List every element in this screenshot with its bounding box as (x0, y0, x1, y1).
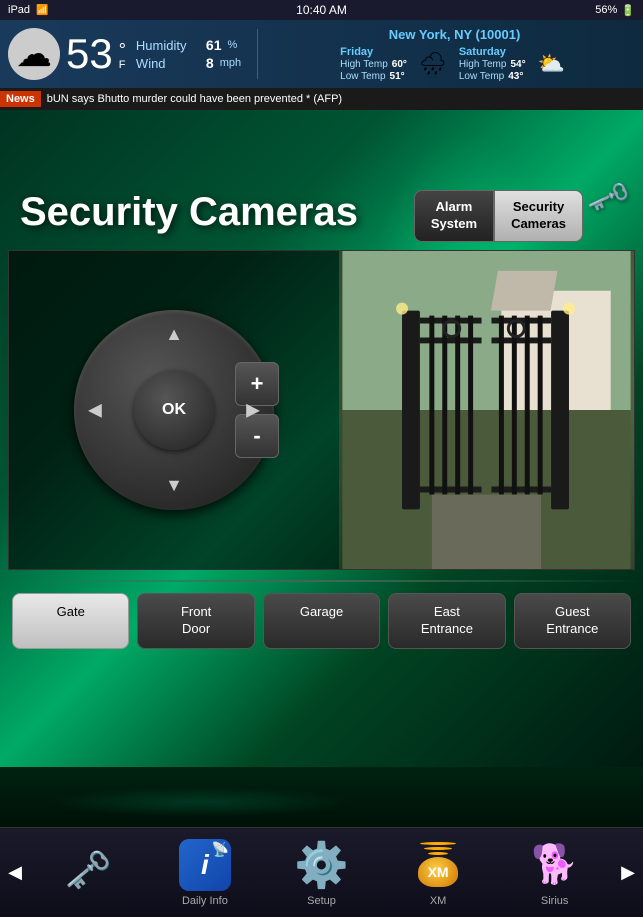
sirius-label: Sirius (541, 895, 569, 907)
humidity-unit: % (228, 39, 238, 51)
saturday-weather-icon: ⛅ (538, 51, 565, 77)
nav-item-daily-info[interactable]: 📡 i Daily Info (147, 839, 264, 907)
xm-label: XM (430, 895, 447, 907)
camera-buttons: Gate Front Door Garage East Entrance Gue… (8, 585, 635, 657)
temp-unit: ° F (119, 37, 126, 71)
bottom-nav: ◀ 🗝️ 📡 i Daily Info ⚙️ Setup (0, 827, 643, 917)
dpad-ok-button[interactable]: OK (134, 370, 214, 450)
camera-panel: ▲ ▼ ◀ ▶ OK + - (8, 250, 635, 570)
keys-decoration-icon: 🗝️ (585, 173, 633, 220)
cloud-icon: ☁ (8, 28, 60, 80)
saturday-forecast: Saturday High Temp 54° Low Temp 43° (459, 46, 526, 82)
dpad-right-button[interactable]: ▶ (246, 400, 260, 421)
section-title: Security Cameras (20, 190, 358, 235)
location-name: New York, NY (10001) (274, 27, 635, 42)
wind-value: 8 (206, 55, 214, 71)
daily-info-label: Daily Info (182, 895, 228, 907)
news-label: News (0, 91, 41, 107)
tabs-container: Alarm System Security Cameras (414, 190, 583, 242)
nav-right-arrow[interactable]: ▶ (613, 828, 643, 917)
camera-button-gate[interactable]: Gate (12, 593, 129, 649)
news-text: bUN says Bhutto murder could have been p… (47, 93, 342, 105)
xm-icon: XM (412, 839, 464, 891)
separator-line (0, 580, 643, 582)
setup-label: Setup (307, 895, 336, 907)
weather-bar: ☁ 53 ° F Humidity 61 % Wind 8 mph New Yo… (0, 20, 643, 88)
wind-label: Wind (136, 56, 200, 71)
camera-button-east-entrance[interactable]: East Entrance (388, 593, 505, 649)
gate-image (339, 251, 634, 569)
dpad-up-button[interactable]: ▲ (165, 324, 183, 345)
friday-weather-icon: 🌧 (419, 51, 447, 77)
weather-divider (257, 29, 258, 79)
nav-item-keys[interactable]: 🗝️ (30, 845, 147, 901)
tab-security-cameras[interactable]: Security Cameras (494, 190, 583, 242)
dpad-section: ▲ ▼ ◀ ▶ OK + - (9, 251, 339, 569)
zoom-out-button[interactable]: - (235, 414, 279, 458)
dpad-left-button[interactable]: ◀ (88, 400, 102, 421)
device-label: iPad (8, 4, 30, 16)
temperature-display: 53 (66, 33, 113, 75)
daily-info-icon: 📡 i (179, 839, 231, 891)
main-area: Security Cameras 🗝️ Alarm System Securit… (0, 110, 643, 767)
dpad-down-button[interactable]: ▼ (165, 475, 183, 496)
setup-icon: ⚙️ (295, 839, 347, 891)
nav-item-setup[interactable]: ⚙️ Setup (263, 839, 380, 907)
forecast-row: Friday High Temp 60° Low Temp 51° 🌧 Satu… (274, 46, 635, 82)
camera-button-guest-entrance[interactable]: Guest Entrance (514, 593, 631, 649)
sirius-icon: 🐕 (529, 839, 581, 891)
nav-item-xm[interactable]: XM XM (380, 839, 497, 907)
time-display: 10:40 AM (296, 3, 347, 17)
nav-icons: 🗝️ 📡 i Daily Info ⚙️ Setup (30, 828, 613, 917)
camera-button-garage[interactable]: Garage (263, 593, 380, 649)
tab-alarm-system[interactable]: Alarm System (414, 190, 494, 242)
wind-unit: mph (220, 57, 241, 69)
battery-level: 56% (595, 4, 617, 16)
battery-icon: 🔋 (621, 4, 635, 17)
friday-forecast: Friday High Temp 60° Low Temp 51° (340, 46, 407, 82)
keys-nav-icon: 🗝️ (62, 845, 114, 897)
bottom-decoration (0, 767, 643, 827)
humidity-label: Humidity (136, 38, 200, 53)
camera-button-front-door[interactable]: Front Door (137, 593, 254, 649)
humidity-wind-display: Humidity 61 % Wind 8 mph (136, 37, 241, 71)
nav-left-arrow[interactable]: ◀ (0, 828, 30, 917)
weather-main: ☁ 53 ° F Humidity 61 % Wind 8 mph (8, 28, 241, 80)
camera-feed-background (339, 251, 634, 569)
camera-feed (339, 251, 634, 569)
nav-item-sirius[interactable]: 🐕 Sirius (496, 839, 613, 907)
location-forecast: New York, NY (10001) Friday High Temp 60… (274, 27, 635, 82)
news-bar: News bUN says Bhutto murder could have b… (0, 88, 643, 110)
status-bar: iPad 📶 10:40 AM 56% 🔋 (0, 0, 643, 20)
humidity-value: 61 (206, 37, 222, 53)
wifi-icon: 📶 (36, 5, 48, 16)
